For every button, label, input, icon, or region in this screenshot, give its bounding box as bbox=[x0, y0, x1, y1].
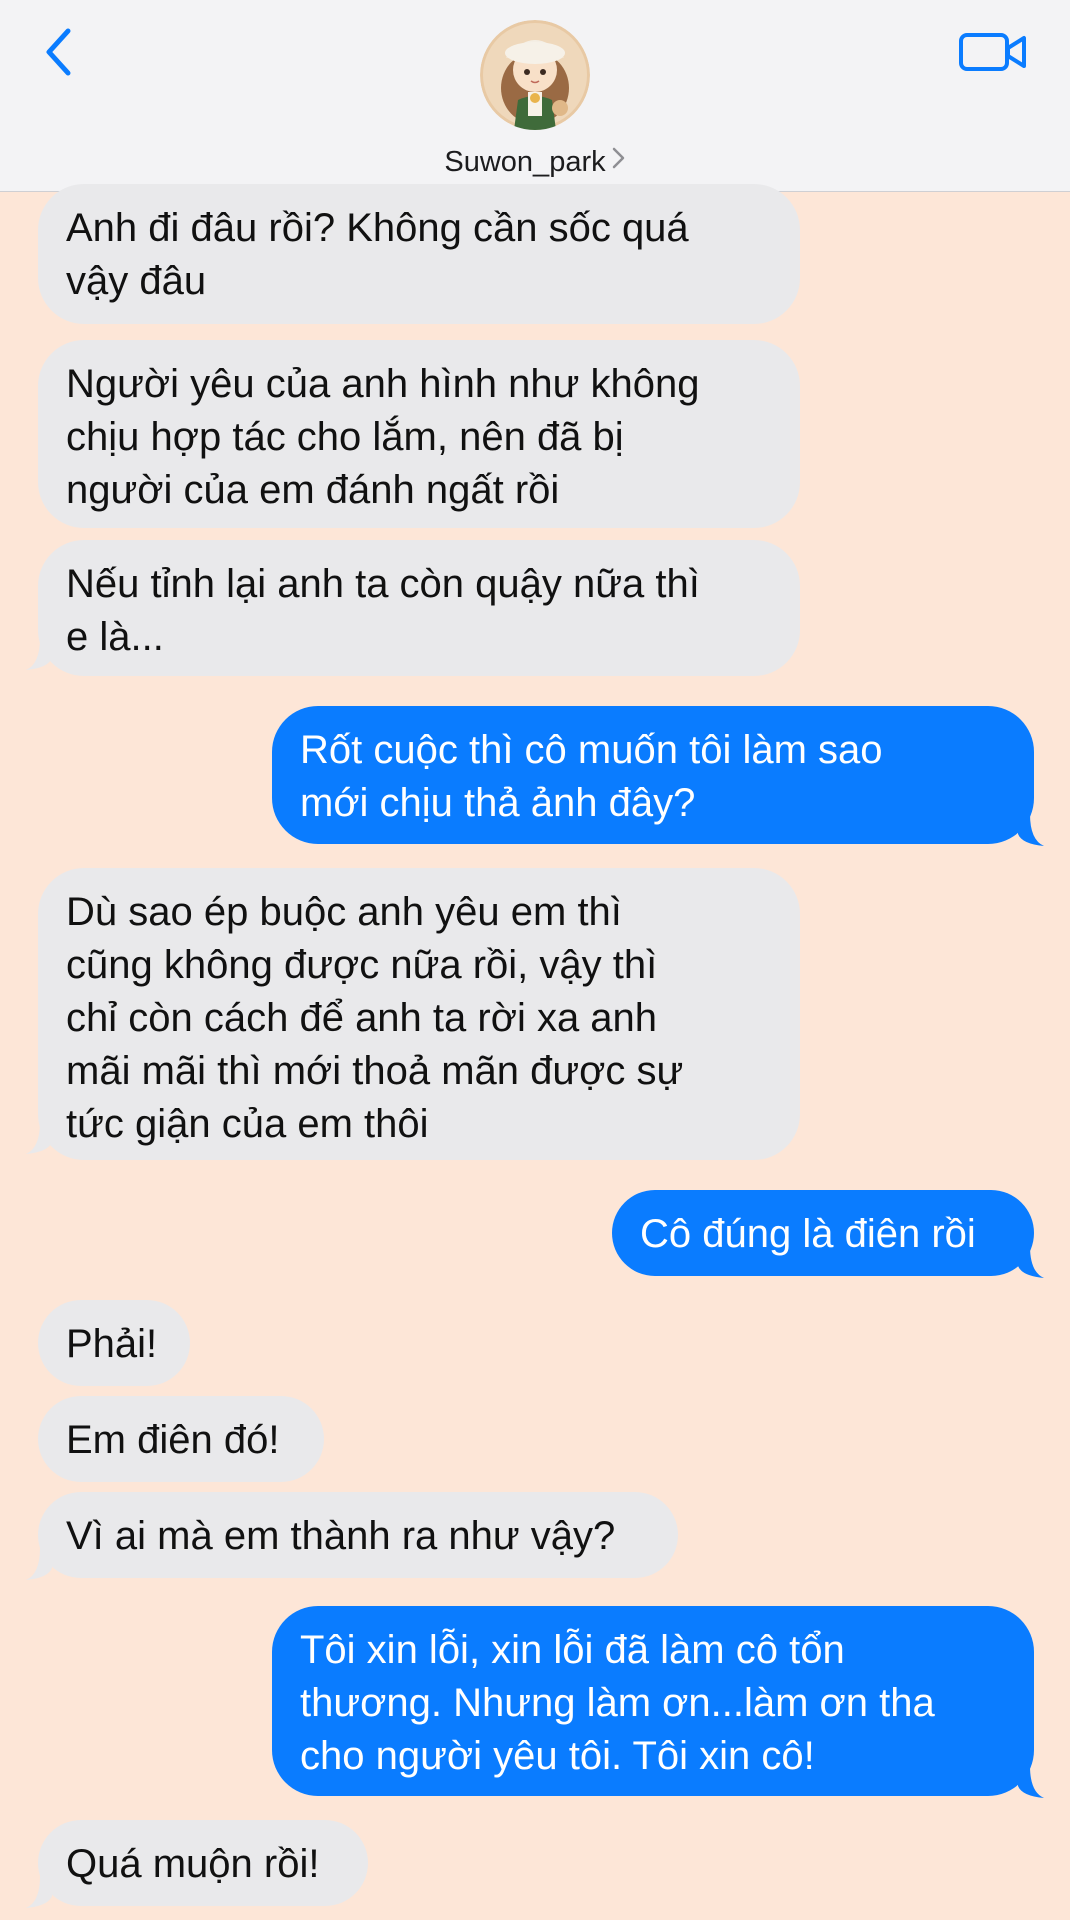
video-call-button[interactable] bbox=[956, 26, 1030, 78]
message-bubble-incoming[interactable]: Phải! bbox=[38, 1300, 190, 1386]
chat-header: Suwon_park bbox=[0, 0, 1070, 192]
message-bubble-incoming[interactable]: Quá muộn rồi! bbox=[38, 1820, 368, 1906]
message-bubble-incoming[interactable]: Anh đi đâu rồi? Không cần sốc quá vậy đâ… bbox=[38, 184, 800, 324]
contact-name-button[interactable]: Suwon_park bbox=[0, 144, 1070, 180]
message-bubble-outgoing[interactable]: Rốt cuộc thì cô muốn tôi làm sao mới chị… bbox=[272, 706, 1034, 844]
bubble-tail bbox=[26, 1876, 52, 1908]
video-camera-icon bbox=[959, 33, 1026, 71]
bubble-tail bbox=[26, 1122, 52, 1154]
message-bubble-incoming[interactable]: Dù sao ép buộc anh yêu em thì cũng không… bbox=[38, 868, 800, 1160]
bubble-tail bbox=[26, 1548, 52, 1580]
bubble-tail bbox=[1018, 814, 1044, 846]
bubble-tail bbox=[26, 638, 52, 670]
contact-name: Suwon_park bbox=[444, 146, 606, 178]
avatar[interactable] bbox=[480, 20, 590, 130]
bubble-tail bbox=[1018, 1246, 1044, 1278]
avatar-girl-illustration bbox=[480, 20, 590, 130]
back-button[interactable] bbox=[36, 24, 80, 80]
message-bubble-incoming[interactable]: Nếu tỉnh lại anh ta còn quậy nữa thì e l… bbox=[38, 540, 800, 676]
message-bubble-outgoing[interactable]: Cô đúng là điên rồi bbox=[612, 1190, 1034, 1276]
message-bubble-incoming[interactable]: Vì ai mà em thành ra như vậy? bbox=[38, 1492, 678, 1578]
message-bubble-incoming[interactable]: Em điên đó! bbox=[38, 1396, 324, 1482]
chevron-left-icon bbox=[46, 28, 71, 76]
message-thread: Anh đi đâu rồi? Không cần sốc quá vậy đâ… bbox=[0, 184, 1070, 1920]
message-bubble-incoming[interactable]: Người yêu của anh hình như không chịu hợ… bbox=[38, 340, 800, 528]
bubble-tail bbox=[1018, 1766, 1044, 1798]
message-bubble-outgoing[interactable]: Tôi xin lỗi, xin lỗi đã làm cô tổn thươn… bbox=[272, 1606, 1034, 1796]
chevron-right-icon bbox=[612, 148, 624, 169]
